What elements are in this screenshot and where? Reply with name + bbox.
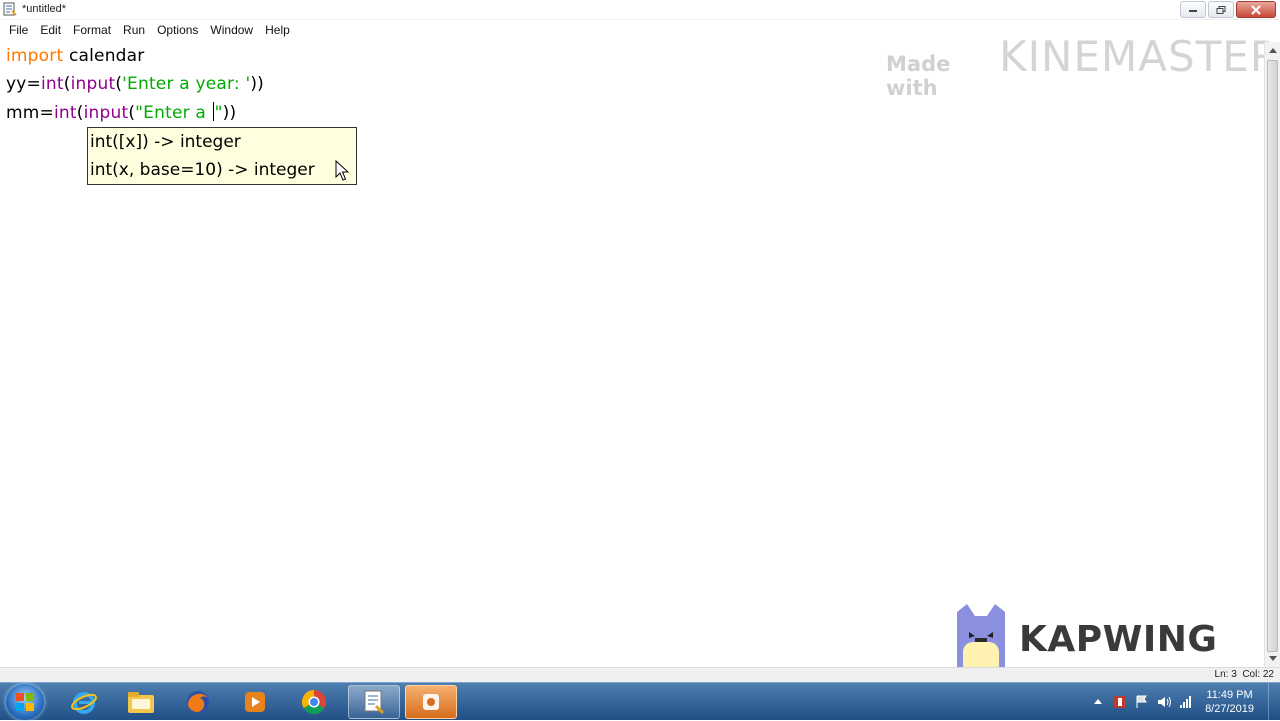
calltip-popup: int([x]) -> integer int(x, base=10) -> i… xyxy=(87,127,357,185)
maximize-button[interactable] xyxy=(1208,1,1234,18)
scroll-thumb[interactable] xyxy=(1267,60,1278,652)
clock-time: 11:49 PM xyxy=(1206,689,1253,701)
paren: ( xyxy=(76,103,84,123)
builtin-int: int xyxy=(40,74,64,94)
module-name: calendar xyxy=(63,46,145,66)
network-icon[interactable] xyxy=(1178,694,1194,710)
minimize-icon xyxy=(1189,9,1197,12)
string-literal: 'Enter a year: ' xyxy=(122,74,251,94)
var-assign: yy= xyxy=(6,74,41,94)
mouse-pointer-icon xyxy=(335,160,349,181)
paren-close: )) xyxy=(222,103,237,123)
restore-icon xyxy=(1216,5,1226,14)
show-desktop-button[interactable] xyxy=(1268,683,1280,721)
title-bar: *untitled* xyxy=(0,0,1280,20)
menu-file[interactable]: File xyxy=(3,20,34,40)
kapwing-text: KAPWING xyxy=(1019,618,1218,660)
windows-logo-icon xyxy=(16,693,34,711)
flag-icon[interactable] xyxy=(1134,694,1150,710)
menu-run[interactable]: Run xyxy=(117,20,151,40)
taskbar-python[interactable] xyxy=(348,685,400,719)
menu-help[interactable]: Help xyxy=(259,20,296,40)
taskbar-kinemaster[interactable] xyxy=(405,685,457,719)
string-literal: "Enter a xyxy=(135,103,212,123)
code-line-1: import calendar xyxy=(6,46,144,66)
watermark-kinemaster: KINEMASTER xyxy=(999,32,1280,81)
close-button[interactable] xyxy=(1236,1,1276,18)
system-clock[interactable]: 11:49 PM 8/27/2019 xyxy=(1205,688,1254,716)
taskbar-media-player[interactable] xyxy=(229,685,281,719)
vertical-scrollbar[interactable] xyxy=(1264,42,1280,667)
kinemaster-icon xyxy=(423,694,439,710)
scroll-up-icon[interactable] xyxy=(1269,48,1277,53)
kapwing-logo-icon xyxy=(957,604,1005,676)
watermark-made-with: Made with xyxy=(886,52,951,100)
window-title: *untitled* xyxy=(22,3,67,15)
keyword-import: import xyxy=(6,46,64,66)
taskbar-chrome[interactable] xyxy=(288,685,340,719)
chrome-icon xyxy=(301,690,326,715)
calltip-line-1: int([x]) -> integer xyxy=(90,132,241,152)
minimize-button[interactable] xyxy=(1180,1,1206,18)
start-button[interactable] xyxy=(6,684,44,720)
taskbar-explorer[interactable] xyxy=(115,685,167,719)
volume-icon[interactable] xyxy=(1156,694,1172,710)
menu-window[interactable]: Window xyxy=(204,20,259,40)
close-icon xyxy=(1251,4,1261,15)
var-assign: mm= xyxy=(6,103,54,123)
firefox-icon xyxy=(187,691,209,713)
system-tray: 11:49 PM 8/27/2019 xyxy=(1087,683,1280,721)
code-line-2: yy=int(input('Enter a year: ')) xyxy=(6,74,264,94)
menu-options[interactable]: Options xyxy=(151,20,204,40)
kapwing-watermark: KAPWING xyxy=(953,602,1217,676)
builtin-int: int xyxy=(53,103,77,123)
python-icon xyxy=(364,690,385,715)
status-bar: Ln: 3 Col: 22 xyxy=(0,667,1280,682)
paren: ( xyxy=(63,74,71,94)
explorer-icon xyxy=(128,692,154,713)
scroll-down-icon[interactable] xyxy=(1269,656,1277,661)
builtin-input: input xyxy=(70,74,116,94)
text-caret xyxy=(212,102,214,121)
media-player-icon xyxy=(245,692,265,712)
string-quote: " xyxy=(214,103,223,123)
calltip-line-2: int(x, base=10) -> integer xyxy=(90,160,315,180)
paren-close: )) xyxy=(250,74,264,94)
taskbar-firefox[interactable] xyxy=(172,685,224,719)
kinemaster-watermark: Made with KINEMASTER xyxy=(886,32,1280,100)
taskbar-ie[interactable] xyxy=(58,685,110,719)
idle-app-icon[interactable] xyxy=(3,2,17,16)
menu-format[interactable]: Format xyxy=(67,20,117,40)
taskbar: 11:49 PM 8/27/2019 xyxy=(0,682,1280,721)
menu-edit[interactable]: Edit xyxy=(34,20,67,40)
cursor-position: Ln: 3 Col: 22 xyxy=(1214,669,1274,680)
antivirus-icon[interactable] xyxy=(1112,694,1128,710)
code-line-3: mm=int(input("Enter a ")) xyxy=(6,102,236,123)
ie-icon xyxy=(71,692,97,714)
clock-date: 8/27/2019 xyxy=(1205,703,1254,715)
show-hidden-icons-icon[interactable] xyxy=(1090,694,1106,710)
builtin-input: input xyxy=(83,103,129,123)
